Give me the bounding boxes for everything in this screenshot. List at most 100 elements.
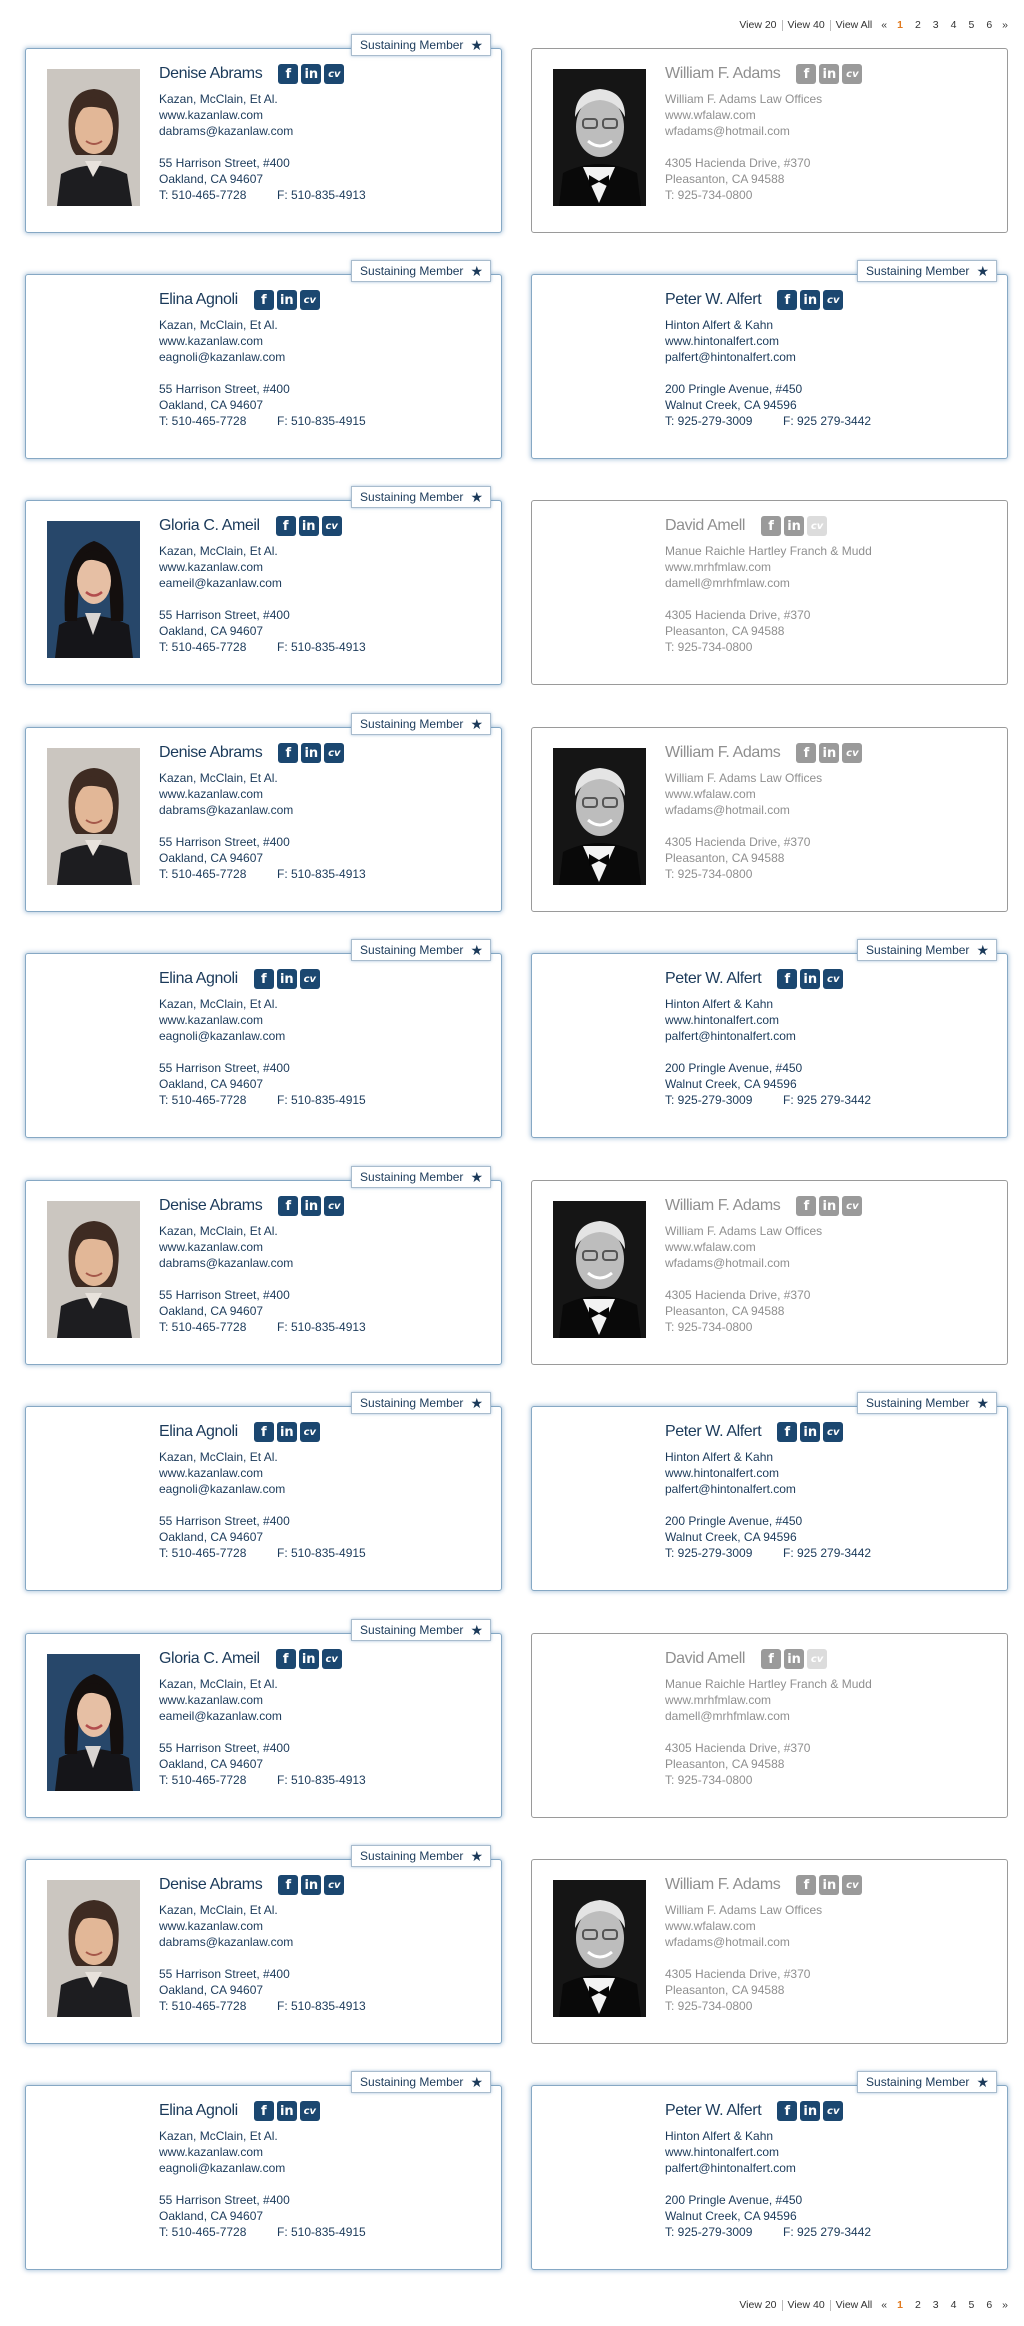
- member-card[interactable]: Sustaining Member ★ Denise Abrams f in cv Kaza…: [25, 1166, 502, 1365]
- email-link[interactable]: wfadams@hotmail.com: [665, 802, 997, 818]
- cv-icon[interactable]: cv: [823, 290, 844, 310]
- cv-icon[interactable]: cv: [299, 1422, 320, 1442]
- member-name[interactable]: Gloria C. Ameil: [159, 517, 260, 535]
- cv-icon[interactable]: cv: [321, 516, 342, 536]
- website-link[interactable]: www.kazanlaw.com: [159, 786, 491, 802]
- facebook-icon[interactable]: f: [275, 1649, 296, 1669]
- prev-page-icon[interactable]: «: [877, 19, 891, 31]
- email-link[interactable]: eameil@kazanlaw.com: [159, 575, 491, 591]
- member-name[interactable]: Peter W. Alfert: [665, 291, 762, 309]
- website-link[interactable]: www.hintonalfert.com: [665, 1012, 997, 1028]
- linkedin-icon[interactable]: in: [800, 1422, 821, 1442]
- page-link-6[interactable]: 6: [980, 19, 998, 31]
- linkedin-icon[interactable]: in: [276, 1422, 297, 1442]
- facebook-icon[interactable]: f: [275, 516, 296, 536]
- email-link[interactable]: wfadams@hotmail.com: [665, 1934, 997, 1950]
- email-link[interactable]: eagnoli@kazanlaw.com: [159, 1028, 491, 1044]
- member-card[interactable]: Sustaining Member ★ Elina Agnoli f in cv Kazan…: [25, 1392, 502, 1591]
- member-name[interactable]: David Amell: [665, 517, 745, 535]
- member-card[interactable]: David Amell f in cv Manue Raichle Hartley Fr…: [531, 1633, 1008, 1818]
- email-link[interactable]: damell@mrhfmlaw.com: [665, 1708, 997, 1724]
- email-link[interactable]: eagnoli@kazanlaw.com: [159, 2160, 491, 2176]
- member-name[interactable]: Peter W. Alfert: [665, 2102, 762, 2120]
- cv-icon[interactable]: cv: [299, 290, 320, 310]
- email-link[interactable]: eagnoli@kazanlaw.com: [159, 349, 491, 365]
- cv-icon[interactable]: cv: [842, 1875, 863, 1895]
- website-link[interactable]: www.kazanlaw.com: [159, 1012, 491, 1028]
- member-card[interactable]: William F. Adams f in cv William F. Adams La…: [531, 1180, 1008, 1365]
- email-link[interactable]: palfert@hintonalfert.com: [665, 349, 997, 365]
- cv-icon[interactable]: cv: [842, 1196, 863, 1216]
- member-name[interactable]: Elina Agnoli: [159, 2102, 238, 2120]
- facebook-icon[interactable]: f: [278, 64, 299, 84]
- facebook-icon[interactable]: f: [761, 516, 782, 536]
- email-link[interactable]: palfert@hintonalfert.com: [665, 2160, 997, 2176]
- cv-icon[interactable]: cv: [823, 2101, 844, 2121]
- member-card[interactable]: Sustaining Member ★ Denise Abrams f in cv Kaza…: [25, 1845, 502, 2044]
- member-card[interactable]: Sustaining Member ★ Elina Agnoli f in cv Kazan…: [25, 260, 502, 459]
- member-name[interactable]: Denise Abrams: [159, 1876, 263, 1894]
- cv-icon[interactable]: cv: [324, 64, 345, 84]
- page-link-1[interactable]: 1: [891, 2299, 909, 2311]
- facebook-icon[interactable]: f: [777, 2101, 798, 2121]
- email-link[interactable]: palfert@hintonalfert.com: [665, 1028, 997, 1044]
- email-link[interactable]: dabrams@kazanlaw.com: [159, 1255, 491, 1271]
- member-card[interactable]: Sustaining Member ★ Gloria C. Ameil f in cv Ka…: [25, 1619, 502, 1818]
- member-card[interactable]: Sustaining Member ★ Elina Agnoli f in cv Kazan…: [25, 939, 502, 1138]
- facebook-icon[interactable]: f: [796, 1875, 817, 1895]
- cv-icon[interactable]: cv: [324, 1196, 345, 1216]
- linkedin-icon[interactable]: in: [298, 516, 319, 536]
- website-link[interactable]: www.mrhfmlaw.com: [665, 559, 997, 575]
- facebook-icon[interactable]: f: [253, 1422, 274, 1442]
- member-name[interactable]: William F. Adams: [665, 1197, 781, 1215]
- website-link[interactable]: www.kazanlaw.com: [159, 2144, 491, 2160]
- facebook-icon[interactable]: f: [796, 1196, 817, 1216]
- website-link[interactable]: www.wfalaw.com: [665, 1239, 997, 1255]
- member-name[interactable]: William F. Adams: [665, 744, 781, 762]
- view-20-link[interactable]: View 20: [734, 2299, 783, 2311]
- page-link-4[interactable]: 4: [945, 2299, 963, 2311]
- facebook-icon[interactable]: f: [278, 743, 299, 763]
- website-link[interactable]: www.kazanlaw.com: [159, 1239, 491, 1255]
- cv-icon[interactable]: cv: [299, 2101, 320, 2121]
- facebook-icon[interactable]: f: [796, 64, 817, 84]
- website-link[interactable]: www.kazanlaw.com: [159, 1918, 491, 1934]
- linkedin-icon[interactable]: in: [800, 2101, 821, 2121]
- member-card[interactable]: Sustaining Member ★ Denise Abrams f in cv Kaza…: [25, 713, 502, 912]
- website-link[interactable]: www.wfalaw.com: [665, 1918, 997, 1934]
- view-40-link[interactable]: View 40: [783, 2299, 831, 2311]
- facebook-icon[interactable]: f: [777, 969, 798, 989]
- linkedin-icon[interactable]: in: [819, 1196, 840, 1216]
- email-link[interactable]: dabrams@kazanlaw.com: [159, 1934, 491, 1950]
- website-link[interactable]: www.kazanlaw.com: [159, 1465, 491, 1481]
- page-link-3[interactable]: 3: [927, 2299, 945, 2311]
- linkedin-icon[interactable]: in: [301, 1196, 322, 1216]
- cv-icon[interactable]: cv: [324, 743, 345, 763]
- facebook-icon[interactable]: f: [278, 1196, 299, 1216]
- member-card[interactable]: Sustaining Member ★ Peter W. Alfert f in cv Hi…: [531, 1392, 1008, 1591]
- page-link-5[interactable]: 5: [962, 19, 980, 31]
- page-link-4[interactable]: 4: [945, 19, 963, 31]
- facebook-icon[interactable]: f: [761, 1649, 782, 1669]
- member-name[interactable]: William F. Adams: [665, 65, 781, 83]
- cv-icon[interactable]: cv: [321, 1649, 342, 1669]
- member-name[interactable]: Elina Agnoli: [159, 291, 238, 309]
- linkedin-icon[interactable]: in: [819, 1875, 840, 1895]
- facebook-icon[interactable]: f: [278, 1875, 299, 1895]
- page-link-1[interactable]: 1: [891, 19, 909, 31]
- linkedin-icon[interactable]: in: [784, 516, 805, 536]
- linkedin-icon[interactable]: in: [276, 969, 297, 989]
- email-link[interactable]: wfadams@hotmail.com: [665, 123, 997, 139]
- view-20-link[interactable]: View 20: [734, 19, 783, 31]
- member-name[interactable]: Elina Agnoli: [159, 970, 238, 988]
- member-name[interactable]: Denise Abrams: [159, 744, 263, 762]
- email-link[interactable]: dabrams@kazanlaw.com: [159, 802, 491, 818]
- facebook-icon[interactable]: f: [777, 290, 798, 310]
- prev-page-icon[interactable]: «: [877, 2299, 891, 2311]
- linkedin-icon[interactable]: in: [800, 290, 821, 310]
- cv-icon[interactable]: cv: [823, 969, 844, 989]
- website-link[interactable]: www.wfalaw.com: [665, 786, 997, 802]
- member-name[interactable]: David Amell: [665, 1650, 745, 1668]
- facebook-icon[interactable]: f: [253, 2101, 274, 2121]
- member-name[interactable]: Peter W. Alfert: [665, 1423, 762, 1441]
